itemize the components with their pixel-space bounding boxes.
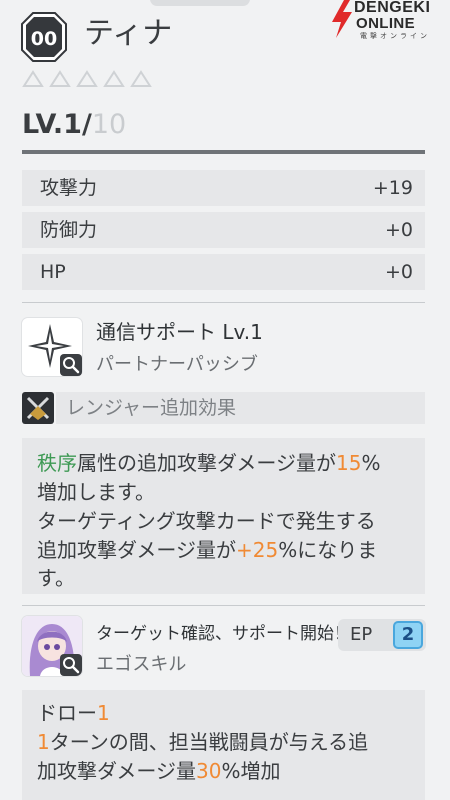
dengeki-online-logo: DENGEKI ONLINE 電撃オンライン [330,0,450,42]
rarity-stars [22,70,152,88]
ranger-icon [22,392,54,424]
rarity-triangle-icon [76,70,98,87]
value-highlight: 15 [336,451,362,475]
stat-row-defense: 防御力 +0 [22,212,425,248]
passive-skill-title: 通信サポート Lv.1 [96,320,263,344]
ego-character-portrait[interactable] [22,616,82,676]
value-highlight: +25 [236,538,279,562]
stat-value: +0 [384,219,413,241]
ep-label: EP [350,624,373,645]
ego-desc-line1: ドロー1 [37,701,110,725]
passive-desc-line4: 追加攻撃ダメージ量が+25%になりま [37,538,378,562]
stat-label: HP [40,261,66,283]
section-divider [22,302,425,303]
passive-skill-type: パートナーパッシブ [96,354,258,375]
passive-desc-line1: 秩序属性の追加攻撃ダメージ量が15% [37,451,381,475]
watermark-line2: ONLINE [356,15,416,32]
top-handle [150,0,250,6]
passive-desc-line3: ターゲティング攻撃カードで発生する [37,509,376,533]
ranger-bonus-label: レンジャー追加効果 [66,397,237,419]
passive-skill-icon[interactable] [22,318,82,376]
stat-row-hp: HP +0 [22,254,425,290]
stat-row-attack: 攻撃力 +19 [22,170,425,206]
ego-skill-title: ターゲット確認、サポート開始！ [96,624,351,644]
passive-desc-line2: 増加します。 [37,480,155,504]
level-display: LV.1/10 [22,108,126,142]
attribute-name: 秩序 [37,451,77,475]
ego-desc-line2: 1ターンの間、担当戦闘員が与える追 [37,730,369,754]
rarity-triangle-icon [22,70,44,87]
lightning-icon [332,0,352,38]
magnify-icon[interactable] [60,354,82,376]
stat-value: +19 [372,177,413,199]
character-badge: 00 [21,12,67,62]
magnify-icon[interactable] [60,654,82,676]
stat-label: 攻撃力 [40,177,98,199]
ep-cost-value: 2 [393,621,423,649]
passive-desc-line5: す。 [37,566,75,590]
badge-text: 00 [31,28,57,50]
ego-desc-line3: 加攻撃ダメージ量30%増加 [37,759,281,783]
value-highlight: 1 [97,701,110,725]
value-highlight: 30 [196,759,222,783]
watermark-line3: 電撃オンライン [360,32,430,40]
watermark-line1: DENGEKI [354,0,431,16]
character-name: ティナ [84,16,173,51]
rarity-triangle-icon [103,70,125,87]
level-divider [22,150,425,154]
section-divider [22,605,425,606]
stat-value: +0 [384,261,413,283]
rarity-triangle-icon [49,70,71,87]
level-max: 10 [91,109,127,140]
value-highlight: 1 [37,730,50,754]
level-current: LV.1/ [22,109,92,140]
ego-skill-type: エゴスキル [96,654,187,675]
stat-label: 防御力 [40,219,98,241]
rarity-triangle-icon [130,70,152,87]
